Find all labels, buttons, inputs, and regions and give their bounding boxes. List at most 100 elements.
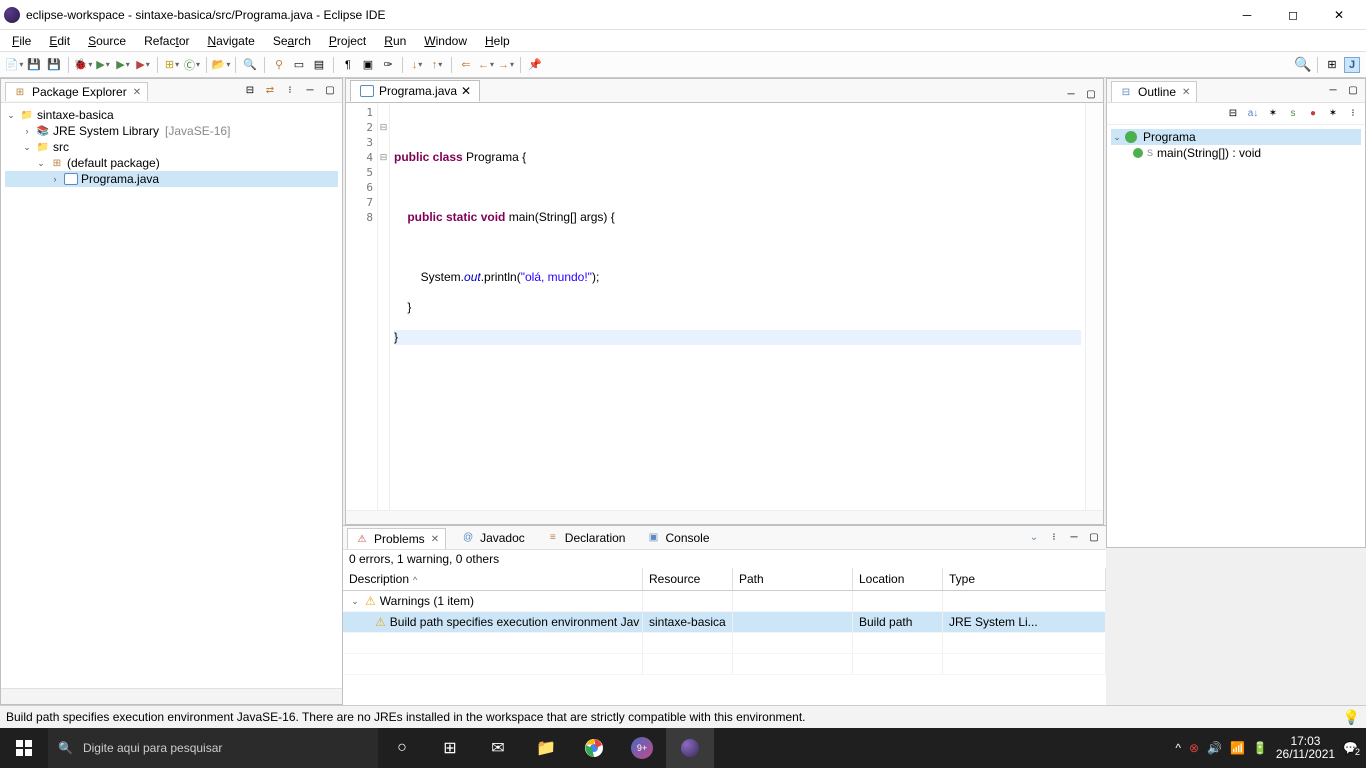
col-type[interactable]: Type [943, 568, 1106, 590]
annot-icon[interactable]: ✑ [380, 57, 396, 73]
menu-source[interactable]: Source [80, 32, 134, 50]
minimize-view-icon[interactable]: ─ [1066, 530, 1082, 546]
table-row[interactable]: ⚠ Build path specifies execution environ… [343, 612, 1106, 633]
view-menu-icon[interactable]: ⁝ [1345, 105, 1361, 121]
close-icon[interactable]: ✕ [1182, 87, 1190, 98]
notifications-icon[interactable]: 💬2 [1343, 741, 1358, 755]
tab-problems[interactable]: ⚠ Problems ✕ [347, 528, 446, 549]
outline-tab[interactable]: ⊟ Outline ✕ [1111, 81, 1197, 102]
java-perspective-icon[interactable]: J [1344, 57, 1360, 73]
run-icon[interactable]: ▶▾ [95, 57, 111, 73]
hide-local-icon[interactable]: ✶ [1325, 105, 1341, 121]
problems-table[interactable]: Description^ Resource Path Location Type… [343, 568, 1106, 705]
debug-icon[interactable]: 🐞▾ [75, 57, 91, 73]
horizontal-scrollbar[interactable] [1, 688, 342, 704]
menu-help[interactable]: Help [477, 32, 518, 50]
tree-jre[interactable]: › 📚 JRE System Library [JavaSE-16] [5, 123, 338, 139]
hide-static-icon[interactable]: s [1285, 105, 1301, 121]
close-icon[interactable]: ✕ [133, 87, 141, 98]
taskbar-clock[interactable]: 17:03 26/11/2021 [1276, 735, 1335, 761]
save-icon[interactable]: 💾 [26, 57, 42, 73]
package-explorer-tree[interactable]: ⌄ 📁 sintaxe-basica › 📚 JRE System Librar… [1, 103, 342, 688]
minimize-button[interactable]: ─ [1224, 0, 1270, 30]
hide-nonpublic-icon[interactable]: ● [1305, 105, 1321, 121]
mail-icon[interactable]: ✉ [474, 728, 522, 768]
next-annot-icon[interactable]: ↓▾ [409, 57, 425, 73]
package-explorer-tab[interactable]: ⊞ Package Explorer ✕ [5, 82, 148, 101]
wifi-icon[interactable]: 📶 [1230, 741, 1245, 755]
filter-icon[interactable]: ⌄ [1026, 530, 1042, 546]
col-path[interactable]: Path [733, 568, 853, 590]
minimize-view-icon[interactable]: ─ [1063, 86, 1079, 102]
volume-icon[interactable]: 🔊 [1207, 741, 1222, 755]
code-editor[interactable]: 1 2 3 4 5 6 7 8 ⊟⊟ public class Programa… [346, 103, 1103, 510]
pin-editor-icon[interactable]: 📌 [527, 57, 543, 73]
maximize-view-icon[interactable]: ▢ [1083, 86, 1099, 102]
battery-icon[interactable]: 🔋 [1253, 741, 1268, 755]
new-class-icon[interactable]: Ⓒ▾ [184, 57, 200, 73]
tab-javadoc[interactable]: @ Javadoc [454, 528, 531, 548]
expand-icon[interactable]: ⌄ [349, 596, 361, 607]
tree-package[interactable]: ⌄ ⊞ (default package) [5, 155, 338, 171]
expand-icon[interactable]: ⌄ [1111, 132, 1123, 143]
fwd-icon[interactable]: →▾ [498, 57, 514, 73]
tab-console[interactable]: ▣ Console [639, 528, 715, 548]
code-content[interactable]: public class Programa { public static vo… [390, 103, 1085, 510]
chrome-icon[interactable] [570, 728, 618, 768]
menu-run[interactable]: Run [376, 32, 414, 50]
col-resource[interactable]: Resource [643, 568, 733, 590]
close-icon[interactable]: ✕ [431, 534, 439, 545]
focus-icon[interactable]: ⊟ [1225, 105, 1241, 121]
cortana-icon[interactable]: ○ [378, 728, 426, 768]
horizontal-scrollbar[interactable] [346, 510, 1103, 524]
expand-icon[interactable]: ⌄ [35, 158, 47, 169]
toggle-mark-icon[interactable]: ⚲ [271, 57, 287, 73]
close-icon[interactable]: ✕ [461, 84, 471, 98]
maximize-button[interactable]: ◻ [1270, 0, 1316, 30]
expand-icon[interactable]: ⌄ [5, 110, 17, 121]
tray-chevron-icon[interactable]: ^ [1175, 741, 1181, 755]
back-last-icon[interactable]: ⇐ [458, 57, 474, 73]
expand-icon[interactable]: › [49, 174, 61, 184]
open-perspective-icon[interactable]: ⊞ [1324, 57, 1340, 73]
close-button[interactable]: ✕ [1316, 0, 1362, 30]
tab-declaration[interactable]: ≡ Declaration [539, 528, 632, 548]
hide-fields-icon[interactable]: ✶ [1265, 105, 1281, 121]
expand-icon[interactable]: › [21, 126, 33, 136]
ext-tools-icon[interactable]: ▶▾ [135, 57, 151, 73]
back-icon[interactable]: ←▾ [478, 57, 494, 73]
minimize-view-icon[interactable]: ─ [302, 83, 318, 99]
view-menu-icon[interactable]: ⁝ [282, 83, 298, 99]
quick-access-icon[interactable]: 🔍 [1295, 57, 1311, 73]
menu-refactor[interactable]: Refactor [136, 32, 197, 50]
outline-tree[interactable]: ⌄ Programa S main(String[]) : void [1107, 125, 1365, 547]
menu-project[interactable]: Project [321, 32, 374, 50]
link-editor-icon[interactable]: ⇄ [262, 83, 278, 99]
taskbar-search[interactable]: 🔍 Digite aqui para pesquisar [48, 728, 378, 768]
expand-icon[interactable]: ⌄ [21, 142, 33, 153]
sort-icon[interactable]: a↓ [1245, 105, 1261, 121]
prev-annot-icon[interactable]: ↑▾ [429, 57, 445, 73]
app-icon[interactable]: 9+ [618, 728, 666, 768]
eclipse-taskbar-icon[interactable] [666, 728, 714, 768]
maximize-view-icon[interactable]: ▢ [1086, 530, 1102, 546]
table-row-group[interactable]: ⌄ ⚠ Warnings (1 item) [343, 591, 1106, 612]
explorer-icon[interactable]: 📁 [522, 728, 570, 768]
overview-ruler[interactable] [1085, 103, 1103, 510]
col-location[interactable]: Location [853, 568, 943, 590]
coverage-icon[interactable]: ▶▾ [115, 57, 131, 73]
save-all-icon[interactable]: 💾 [46, 57, 62, 73]
fold-gutter[interactable]: ⊟⊟ [378, 103, 390, 510]
menu-file[interactable]: File [4, 32, 39, 50]
minimize-view-icon[interactable]: ─ [1325, 83, 1341, 99]
line-gutter[interactable]: 1 2 3 4 5 6 7 8 [346, 103, 378, 510]
tree-src[interactable]: ⌄ 📁 src [5, 139, 338, 155]
view-menu-icon[interactable]: ⁝ [1046, 530, 1062, 546]
menu-search[interactable]: Search [265, 32, 319, 50]
outline-class[interactable]: ⌄ Programa [1111, 129, 1361, 145]
new-icon[interactable]: 📄▾ [6, 57, 22, 73]
menu-window[interactable]: Window [416, 32, 475, 50]
col-description[interactable]: Description^ [343, 568, 643, 590]
pin-icon[interactable]: ¶ [340, 57, 356, 73]
editor-tab[interactable]: Programa.java ✕ [350, 80, 480, 102]
